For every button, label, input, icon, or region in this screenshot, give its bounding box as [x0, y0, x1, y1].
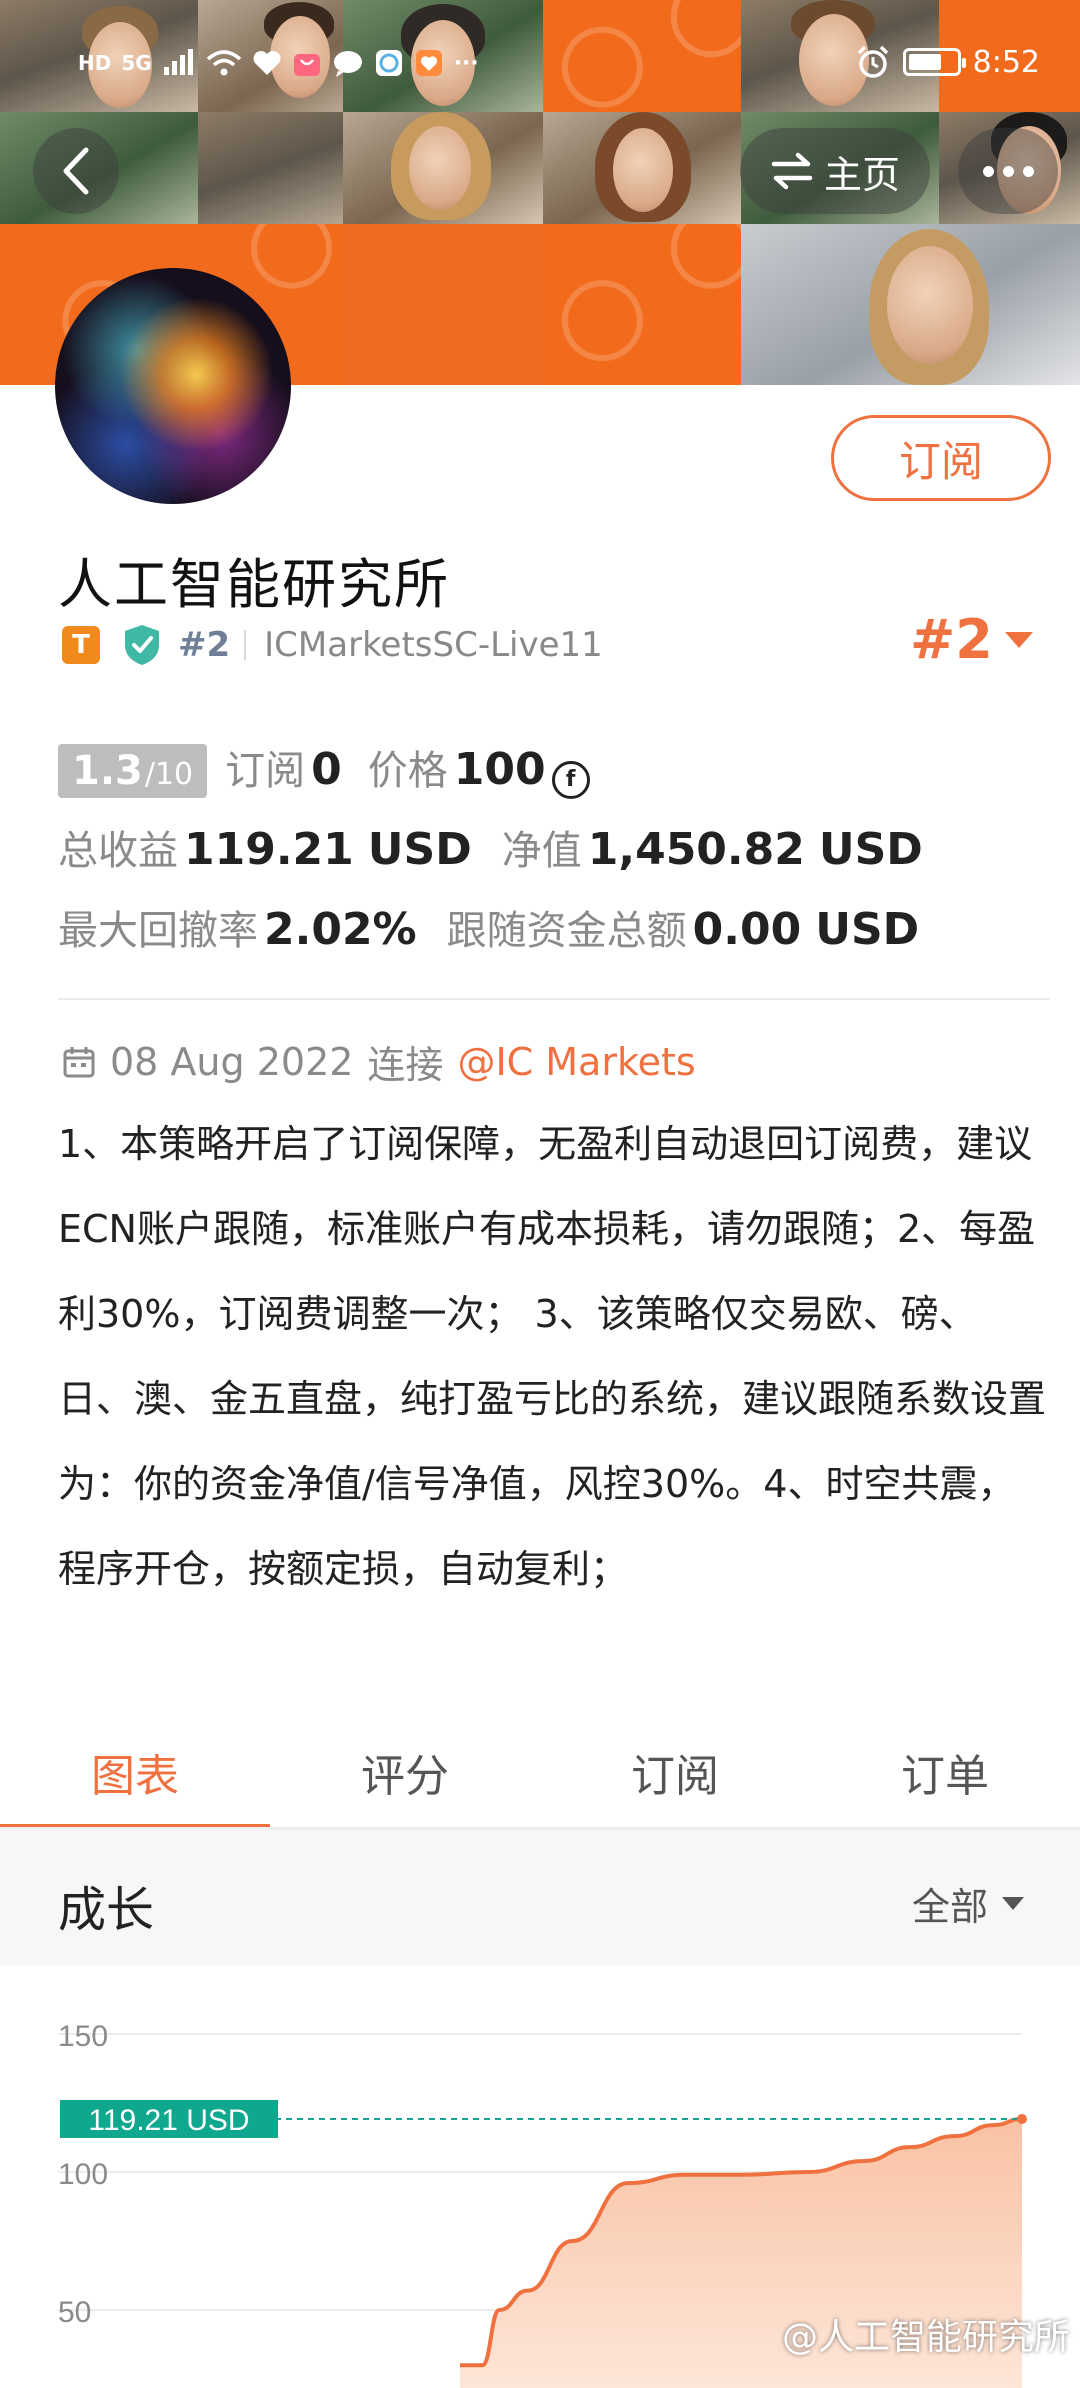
signal-badges: T #2 ICMarketsSC-Live11 — [62, 622, 603, 668]
banner-photo-tile — [343, 112, 543, 224]
stats-row-1: 1.3/10 订阅 0 价格 100 f — [58, 738, 1048, 818]
growth-chart: 150 100 50 119.21 USD @人工智能研究所 — [0, 1965, 1080, 2388]
calendar-icon — [63, 1046, 95, 1077]
caret-down-icon — [1002, 1897, 1024, 1910]
score-denominator: /10 — [144, 757, 194, 792]
total-profit-currency: USD — [367, 824, 472, 875]
tab-subscriptions[interactable]: 订阅 — [540, 1732, 810, 1830]
y-tick-label: 50 — [58, 2296, 91, 2329]
watermark: @人工智能研究所 — [781, 2317, 1070, 2358]
tier-badge: T — [62, 626, 100, 664]
strategy-description: 1、本策略开启了订阅保障，无盈利自动退回订阅费，建议ECN账户跟随，标准账户有成… — [58, 1122, 1047, 1591]
verified-shield-icon — [125, 625, 159, 665]
banner-pattern-tile — [343, 224, 543, 385]
growth-range-dropdown[interactable]: 全部 — [912, 1876, 1024, 1931]
score-badge: 1.3/10 — [58, 744, 208, 798]
banner-pattern-tile — [543, 224, 741, 385]
follow-funds-value: 0.00 — [692, 904, 802, 955]
growth-title: 成长 — [58, 1882, 155, 1938]
growth-range-label: 全部 — [911, 1885, 988, 1929]
tab-rating[interactable]: 评分 — [270, 1732, 540, 1830]
rank-big-label: #2 — [910, 608, 993, 671]
subscribe-button-label: 订阅 — [898, 436, 983, 486]
more-button[interactable] — [958, 128, 1058, 214]
wifi-icon — [206, 50, 241, 76]
app-circle-icon — [375, 50, 402, 76]
more-dot — [1002, 165, 1014, 177]
alarm-icon — [857, 45, 888, 78]
home-button-label: 主页 — [823, 152, 900, 197]
follow-funds-label: 跟随资金总额 — [446, 908, 687, 954]
section-divider — [58, 998, 1050, 1000]
network-type-indicator: 5G — [121, 51, 152, 75]
current-value-label: 119.21 USD — [88, 2104, 249, 2137]
price-value: 100 — [453, 744, 546, 795]
hd-indicator: HD — [78, 51, 112, 75]
stats-row-2: 总收益 119.21 USD 净值 1,450.82 USD — [58, 818, 1048, 898]
connection-date: 08 Aug 2022 — [110, 1039, 354, 1084]
signal-title: 人工智能研究所 — [58, 553, 450, 616]
total-profit-value: 119.21 — [184, 824, 354, 875]
broker-link[interactable]: @IC Markets — [457, 1040, 695, 1084]
score-value: 1.3 — [72, 748, 143, 794]
stats-row-3: 最大回撤率 2.02% 跟随资金总额 0.00 USD — [58, 898, 1048, 978]
price-label: 价格 — [367, 748, 448, 794]
total-profit-label: 总收益 — [58, 828, 178, 874]
message-bubble-icon — [333, 51, 362, 77]
subscribe-button[interactable]: 订阅 — [831, 415, 1051, 501]
tab-chart[interactable]: 图表 — [0, 1732, 270, 1830]
caret-down-icon — [1004, 631, 1033, 648]
health-heart-icon — [253, 51, 281, 75]
growth-header: 成长 全部 — [0, 1830, 1080, 1965]
status-right: 8:52 — [855, 44, 1040, 80]
more-notifications-icon: ··· — [453, 50, 479, 76]
coin-icon: f — [551, 760, 590, 799]
home-button[interactable]: 主页 — [740, 128, 930, 214]
subscribers-label: 订阅 — [225, 748, 306, 794]
banner-photo-tile — [543, 112, 741, 224]
more-dots-icon — [982, 165, 994, 177]
profile-avatar[interactable] — [55, 268, 291, 504]
status-time: 8:52 — [972, 44, 1040, 80]
back-button[interactable] — [33, 128, 119, 214]
equity-label: 净值 — [501, 828, 582, 874]
growth-endpoint — [1017, 2113, 1027, 2124]
y-tick-label: 150 — [58, 2020, 108, 2053]
swap-arrows-icon — [771, 152, 813, 190]
rank-dropdown[interactable]: #2 — [910, 608, 1033, 671]
tab-orders[interactable]: 订单 — [810, 1732, 1080, 1830]
equity-value: 1,450.82 — [587, 824, 805, 875]
battery-icon — [902, 48, 966, 76]
shopping-bag-icon — [293, 54, 320, 76]
badge-separator — [244, 630, 247, 660]
connection-info: 08 Aug 2022 连接 @IC Markets — [62, 1034, 696, 1089]
stats-block: 1.3/10 订阅 0 价格 100 f 总收益 119.21 USD 净值 1… — [58, 738, 1048, 978]
banner-photo-tile — [741, 224, 1080, 385]
app-heart-icon — [415, 50, 442, 76]
chevron-left-icon — [63, 147, 89, 195]
tab-bar: 图表 评分 订阅 订单 — [0, 1732, 1080, 1830]
subscribers-value: 0 — [311, 744, 342, 795]
server-name: ICMarketsSC-Live11 — [264, 625, 603, 665]
max-drawdown-label: 最大回撤率 — [58, 908, 258, 954]
y-tick-label: 100 — [58, 2158, 108, 2191]
more-dot — [1022, 165, 1034, 177]
rank-small: #2 — [178, 625, 231, 665]
equity-currency: USD — [818, 824, 923, 875]
follow-funds-currency: USD — [815, 904, 920, 955]
status-left: HD 5G ··· — [78, 48, 479, 78]
signal-icon — [163, 49, 193, 75]
connection-word: 连接 — [367, 1043, 444, 1087]
max-drawdown-value: 2.02% — [264, 904, 417, 955]
status-bar: HD 5G ··· 8:52 — [0, 30, 1080, 100]
